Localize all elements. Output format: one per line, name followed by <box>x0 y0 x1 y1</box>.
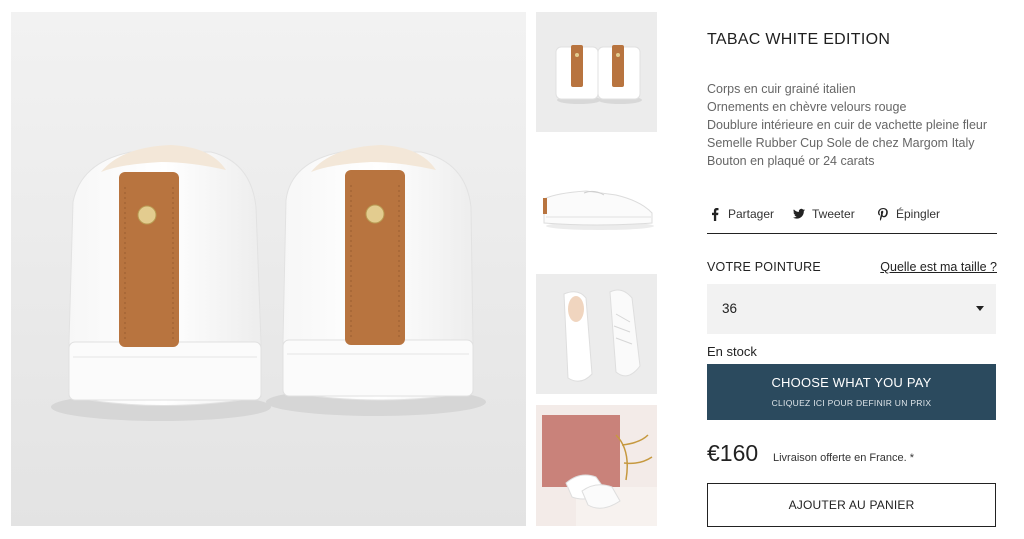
description-line: Bouton en plaqué or 24 carats <box>707 154 875 168</box>
thumbnail-lifestyle[interactable] <box>536 405 657 526</box>
twitter-icon <box>793 207 805 221</box>
sneakers-top-thumbnail-photo <box>536 274 657 394</box>
share-twitter-button[interactable]: Tweeter <box>793 206 855 222</box>
choose-what-you-pay-subtitle: CLIQUEZ ICI POUR DEFINIR UN PRIX <box>771 398 932 408</box>
thumbnail-top-view[interactable] <box>536 274 657 394</box>
description-line: Doublure intérieure en cuir de vachette … <box>707 118 988 132</box>
add-to-cart-button[interactable]: AJOUTER AU PANIER <box>707 483 996 527</box>
pinterest-icon <box>877 207 889 221</box>
description-line: Semelle Rubber Cup Sole de chez Margom I… <box>707 136 975 150</box>
share-pinterest-button[interactable]: Épingler <box>877 206 940 222</box>
description-line: Corps en cuir grainé italien <box>707 82 856 96</box>
sneakers-rear-thumbnail-photo <box>536 12 657 132</box>
product-main-image[interactable] <box>11 12 526 526</box>
share-facebook-button[interactable]: Partager <box>709 206 774 222</box>
share-twitter-label: Tweeter <box>812 207 855 221</box>
shipping-note: Livraison offerte en France. * <box>773 452 915 464</box>
stock-status: En stock <box>707 344 757 359</box>
sneakers-lifestyle-thumbnail-photo <box>536 405 657 526</box>
share-pinterest-label: Épingler <box>896 207 941 221</box>
thumbnail-side-view[interactable] <box>536 143 657 263</box>
description-line: Ornements en chèvre velours rouge <box>707 100 907 114</box>
size-selector-header: VOTRE POINTURE Quelle est ma taille ? <box>707 260 997 278</box>
sneaker-side-thumbnail-photo <box>536 143 657 263</box>
size-label: VOTRE POINTURE <box>707 260 821 274</box>
choose-what-you-pay-title: CHOOSE WHAT YOU PAY <box>771 375 932 390</box>
facebook-icon <box>709 207 721 221</box>
share-facebook-label: Partager <box>728 207 775 221</box>
product-description: Corps en cuir grainé italien Ornements e… <box>707 80 997 170</box>
sneakers-rear-view-photo <box>11 12 526 526</box>
size-select[interactable]: 36 <box>707 284 996 334</box>
share-bar: Partager Tweeter Épingler <box>707 206 997 234</box>
product-title: TABAC WHITE EDITION <box>707 31 891 48</box>
product-price: €160 <box>707 440 759 466</box>
thumbnail-rear-view[interactable] <box>536 12 657 132</box>
choose-what-you-pay-button[interactable]: CHOOSE WHAT YOU PAY CLIQUEZ ICI POUR DEF… <box>707 364 996 420</box>
caret-down-icon <box>976 306 984 311</box>
size-select-value: 36 <box>722 301 738 316</box>
size-guide-link[interactable]: Quelle est ma taille ? <box>880 260 997 274</box>
